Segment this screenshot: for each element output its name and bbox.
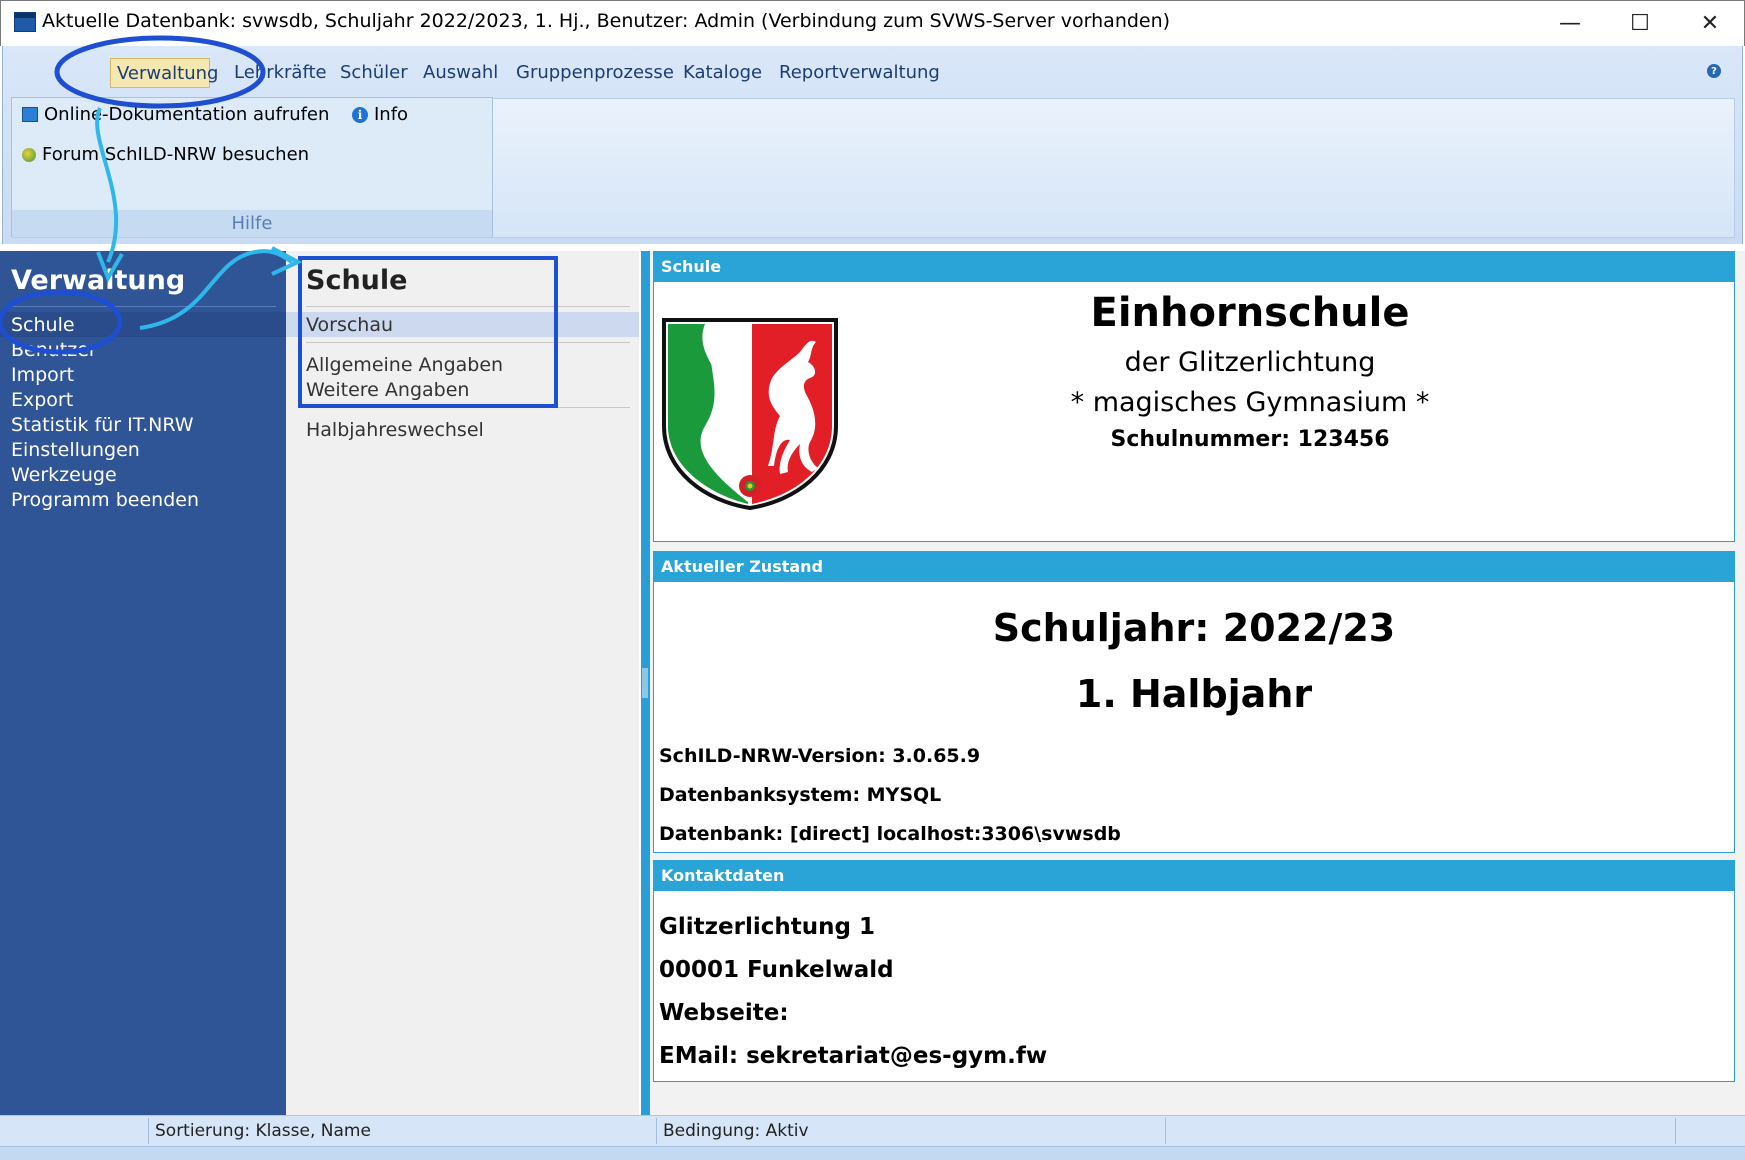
status-divider xyxy=(656,1118,657,1144)
contact-panel-header: Kontaktdaten xyxy=(653,860,1735,891)
status-divider xyxy=(1675,1118,1676,1144)
tab-lehrkraefte[interactable]: Lehrkräfte xyxy=(228,58,333,88)
splitter-grip[interactable] xyxy=(642,668,648,698)
contact-street: Glitzerlichtung 1 xyxy=(659,914,875,940)
forum-label: Forum SchILD-NRW besuchen xyxy=(42,144,310,165)
status-divider xyxy=(148,1118,149,1144)
info-icon: i xyxy=(352,106,368,123)
online-doku-button[interactable]: Online-Dokumentation aufrufen xyxy=(22,104,329,125)
status-sort: Sortierung: Klasse, Name xyxy=(155,1121,371,1141)
tab-gruppenprozesse[interactable]: Gruppenprozesse xyxy=(510,58,680,88)
online-doku-label: Online-Dokumentation aufrufen xyxy=(44,104,330,125)
submenu-item-halbjahreswechsel[interactable]: Halbjahreswechsel xyxy=(306,419,484,441)
school-number: Schulnummer: 123456 xyxy=(1110,427,1390,452)
term-text: 1. Halbjahr xyxy=(1075,672,1313,716)
school-line-2: der Glitzerlichtung xyxy=(1124,347,1376,378)
submenu-item-vorschau[interactable]: Vorschau xyxy=(306,314,393,336)
submenu-item-weitere-angaben[interactable]: Weitere Angaben xyxy=(306,379,469,401)
nav-item-benutzer[interactable]: Benutzer xyxy=(11,339,97,361)
window-title: Aktuelle Datenbank: svwsdb, Schuljahr 20… xyxy=(42,10,1171,32)
maximize-button[interactable]: ☐ xyxy=(1605,0,1675,46)
ribbon-group-label: Hilfe xyxy=(12,210,492,237)
close-button[interactable]: ✕ xyxy=(1675,0,1745,46)
nav-item-export[interactable]: Export xyxy=(11,389,73,411)
coat-of-arms-logo xyxy=(662,318,838,511)
forum-button[interactable]: Forum SchILD-NRW besuchen xyxy=(22,144,309,165)
tab-kataloge[interactable]: Kataloge xyxy=(677,58,768,88)
nav-item-import[interactable]: Import xyxy=(11,364,74,386)
tab-verwaltung[interactable]: Verwaltung xyxy=(110,58,218,88)
help-icon[interactable]: ? xyxy=(1707,64,1721,78)
nav-item-schule[interactable]: Schule xyxy=(11,314,75,336)
nav-item-statistik[interactable]: Statistik für IT.NRW xyxy=(11,414,194,436)
submenu-divider xyxy=(306,407,630,408)
app-icon xyxy=(14,12,36,32)
schoolyear-text: Schuljahr: 2022/23 xyxy=(992,606,1396,650)
tab-reportverwaltung[interactable]: Reportverwaltung xyxy=(773,58,946,88)
tab-schueler[interactable]: Schüler xyxy=(334,58,414,88)
state-panel-header: Aktueller Zustand xyxy=(653,551,1735,582)
status-bar-lower xyxy=(0,1146,1745,1160)
database-text: Datenbank: [direct] localhost:3306\svwsd… xyxy=(659,823,1121,845)
version-text: SchILD-NRW-Version: 3.0.65.9 xyxy=(659,745,981,767)
nav-item-programm-beenden[interactable]: Programm beenden xyxy=(11,489,199,511)
status-divider xyxy=(1165,1118,1166,1144)
info-button[interactable]: i Info xyxy=(352,104,408,125)
status-condition: Bedingung: Aktiv xyxy=(663,1121,809,1141)
nav-item-werkzeuge[interactable]: Werkzeuge xyxy=(11,464,117,486)
dbsystem-text: Datenbanksystem: MYSQL xyxy=(659,784,942,806)
submenu-heading: Schule xyxy=(306,265,408,296)
school-name: Einhornschule xyxy=(1090,290,1410,336)
submenu-divider xyxy=(306,342,630,343)
submenu-divider xyxy=(306,306,630,307)
submenu-item-allgemeine-angaben[interactable]: Allgemeine Angaben xyxy=(306,354,503,376)
contact-city: 00001 Funkelwald xyxy=(659,957,894,983)
minimize-button[interactable]: — xyxy=(1535,0,1605,46)
info-label: Info xyxy=(374,104,409,125)
contact-website: Webseite: xyxy=(659,1000,789,1026)
tab-auswahl[interactable]: Auswahl xyxy=(417,58,504,88)
school-panel-header: Schule xyxy=(653,251,1735,282)
globe-icon xyxy=(22,147,36,162)
contact-email: EMail: sekretariat@es-gym.fw xyxy=(659,1043,1048,1069)
monitor-icon xyxy=(22,107,38,122)
school-line-3: * magisches Gymnasium * xyxy=(1070,387,1430,418)
nav-heading: Verwaltung xyxy=(11,265,186,296)
nav-divider xyxy=(11,306,276,307)
nav-item-einstellungen[interactable]: Einstellungen xyxy=(11,439,140,461)
